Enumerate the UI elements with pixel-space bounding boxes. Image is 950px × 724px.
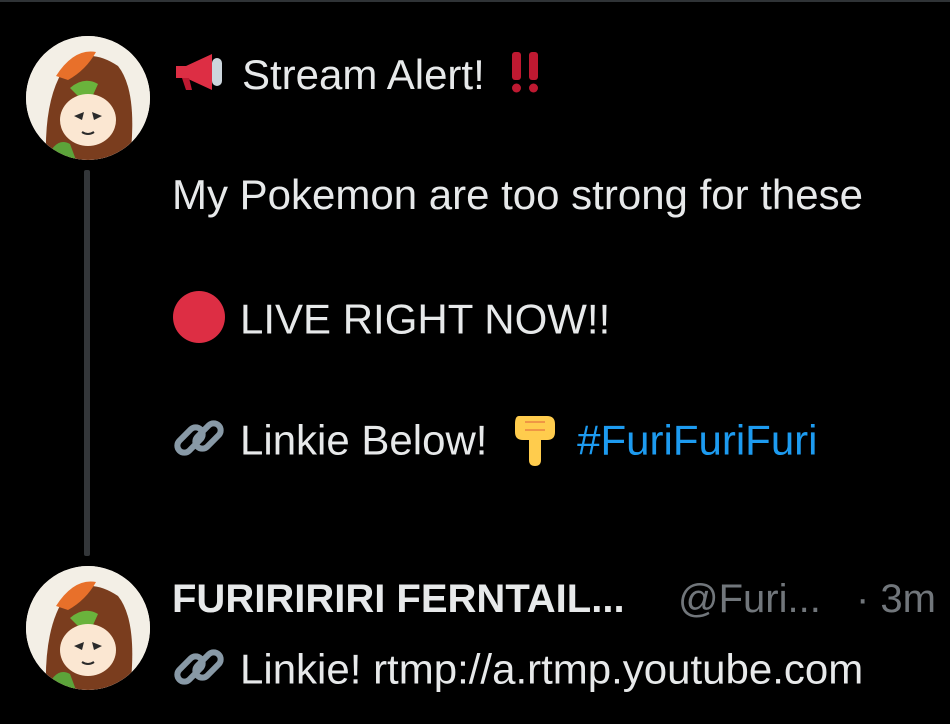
- tweet-line-4-text: Linkie Below!: [240, 416, 488, 464]
- avatar[interactable]: [26, 36, 150, 160]
- reply-timestamp[interactable]: · 3m: [856, 574, 936, 624]
- reply-text-line: Linkie! rtmp://a.rtmp.youtube.com: [172, 640, 863, 705]
- megaphone-icon: [172, 52, 228, 103]
- reply-text: Linkie! rtmp://a.rtmp.youtube.com: [240, 645, 864, 693]
- tweet-line-pokemon: My Pokemon are too strong for these: [172, 171, 864, 218]
- reply-handle[interactable]: @Furi...: [678, 574, 821, 624]
- top-divider: [0, 0, 950, 2]
- tweet-line-linkie: Linkie Below! #FuriFuriFuri: [172, 410, 818, 477]
- tweet-line-stream-alert: Stream Alert!: [172, 50, 558, 105]
- pointing-down-icon: [511, 410, 563, 477]
- link-icon: [172, 640, 226, 705]
- tweet-line-live: LIVE RIGHT NOW!!: [172, 290, 610, 355]
- hashtag-link[interactable]: #FuriFuriFuri: [577, 417, 817, 464]
- link-icon: [172, 411, 226, 476]
- tweet-line-3-text: LIVE RIGHT NOW!!: [240, 295, 611, 343]
- red-circle-icon: [172, 290, 226, 355]
- reply-display-name[interactable]: FURIRIRIRI FERNTAIL...: [172, 574, 625, 624]
- reply-avatar[interactable]: [26, 566, 150, 690]
- thread-connector-line: [84, 170, 90, 556]
- tweet-line-1-text: Stream Alert!: [242, 51, 485, 98]
- double-exclamation-icon: [508, 50, 544, 105]
